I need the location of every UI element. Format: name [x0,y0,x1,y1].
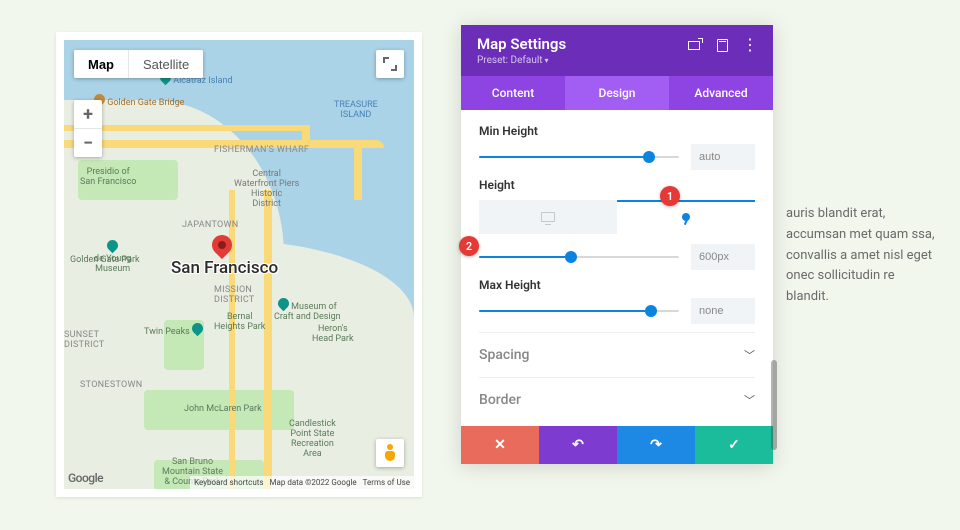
zoom-in-button[interactable]: + [74,100,102,128]
responsive-icon[interactable] [715,38,729,52]
height-slider[interactable] [479,256,679,258]
poi-bernal: Bernal Heights Park [214,313,265,333]
preset-dropdown[interactable]: Preset: Default [477,55,566,66]
terms-link[interactable]: Terms of Use [363,478,410,487]
height-tab-pin[interactable] [617,200,755,234]
poi-mission: MISSION DISTRICT [214,285,255,305]
fullscreen-button[interactable] [376,50,404,78]
poi-candlestick: Candlestick Point State Recreation Area [289,420,336,460]
min-height-slider-thumb[interactable] [643,151,655,163]
max-height-label: Max Height [479,278,755,292]
more-options-icon[interactable]: ⋮ [743,38,757,52]
tab-design[interactable]: Design [565,76,669,110]
poi-stonestown: STONESTOWN [80,380,143,390]
poi-heron: Heron's Head Park [312,325,354,345]
poi-craft: Museum of Craft and Design [274,298,341,323]
poi-sunset: SUNSET DISTRICT [64,330,105,350]
min-height-slider[interactable] [479,156,679,158]
map-type-control: Map Satellite [74,50,203,78]
map-type-satellite[interactable]: Satellite [129,50,203,78]
poi-central-piers: Central Waterfront Piers Historic Distri… [234,170,299,210]
tab-advanced[interactable]: Advanced [669,76,773,110]
tab-content[interactable]: Content [461,76,565,110]
max-height-slider-thumb[interactable] [645,305,657,317]
min-height-input[interactable] [691,144,755,170]
poi-young: de Young Museum [94,240,131,275]
panel-header: Map Settings Preset: Default ⋮ [461,25,773,76]
map-settings-panel: Map Settings Preset: Default ⋮ Content D… [461,25,773,464]
height-input[interactable] [691,244,755,270]
desktop-icon [541,212,555,222]
height-slider-thumb[interactable] [565,251,577,263]
hint-badge-2: 2 [459,236,479,256]
poi-mclaren: John McLaren Park [184,405,262,415]
fullscreen-icon [383,57,397,71]
chevron-down-icon: ﹀ [744,392,755,408]
height-tab-desktop[interactable] [479,200,617,234]
page-body-text: auris blandit erat, accumsan met quam ss… [786,204,936,308]
accordion-border[interactable]: Border ﹀ [479,377,755,422]
height-label: Height [479,178,755,192]
keyboard-shortcuts-link[interactable]: Keyboard shortcuts [194,478,263,487]
max-height-slider[interactable] [479,310,679,312]
accordion-spacing-label: Spacing [479,347,530,363]
max-height-input[interactable] [691,298,755,324]
panel-title: Map Settings [477,35,566,53]
accordion-border-label: Border [479,392,521,408]
pegman-icon [384,444,396,462]
map-city-label: San Francisco [171,258,278,278]
poi-golden-gate: Golden Gate Bridge [94,94,184,109]
min-height-label: Min Height [479,124,755,138]
accordion-spacing[interactable]: Spacing ﹀ [479,332,755,377]
map-attribution: Keyboard shortcuts Map data ©2022 Google… [190,476,414,489]
pin-icon [681,213,691,223]
poi-twin-peaks: Twin Peaks [144,323,203,338]
save-button[interactable]: ✓ [695,426,773,464]
zoom-control: + − [74,100,102,157]
undo-button[interactable]: ↶ [539,426,617,464]
chevron-down-icon: ﹀ [744,347,755,363]
map-module: Alcatraz Island TREASURE ISLAND Golden G… [56,32,422,497]
map-type-map[interactable]: Map [74,50,128,78]
panel-tabs: Content Design Advanced [461,76,773,110]
poi-treasure: TREASURE ISLAND [334,100,378,120]
google-logo: Google [68,471,103,485]
streetview-pegman[interactable] [376,439,404,467]
height-device-tabs [479,200,755,234]
panel-footer: ✕ ↶ ↷ ✓ [461,426,773,464]
expand-icon[interactable] [687,38,701,52]
close-button[interactable]: ✕ [461,426,539,464]
map-canvas[interactable]: Alcatraz Island TREASURE ISLAND Golden G… [64,40,414,489]
zoom-out-button[interactable]: − [74,129,102,157]
poi-japantown: JAPANTOWN [182,220,239,230]
panel-body: Min Height Height Max Height [461,110,773,426]
redo-button[interactable]: ↷ [617,426,695,464]
hint-badge-1: 1 [660,186,680,206]
poi-presidio: Presidio of San Francisco [80,168,136,188]
poi-fishermans: FISHERMAN'S WHARF [214,145,309,155]
map-copyright: Map data ©2022 Google [270,478,357,487]
